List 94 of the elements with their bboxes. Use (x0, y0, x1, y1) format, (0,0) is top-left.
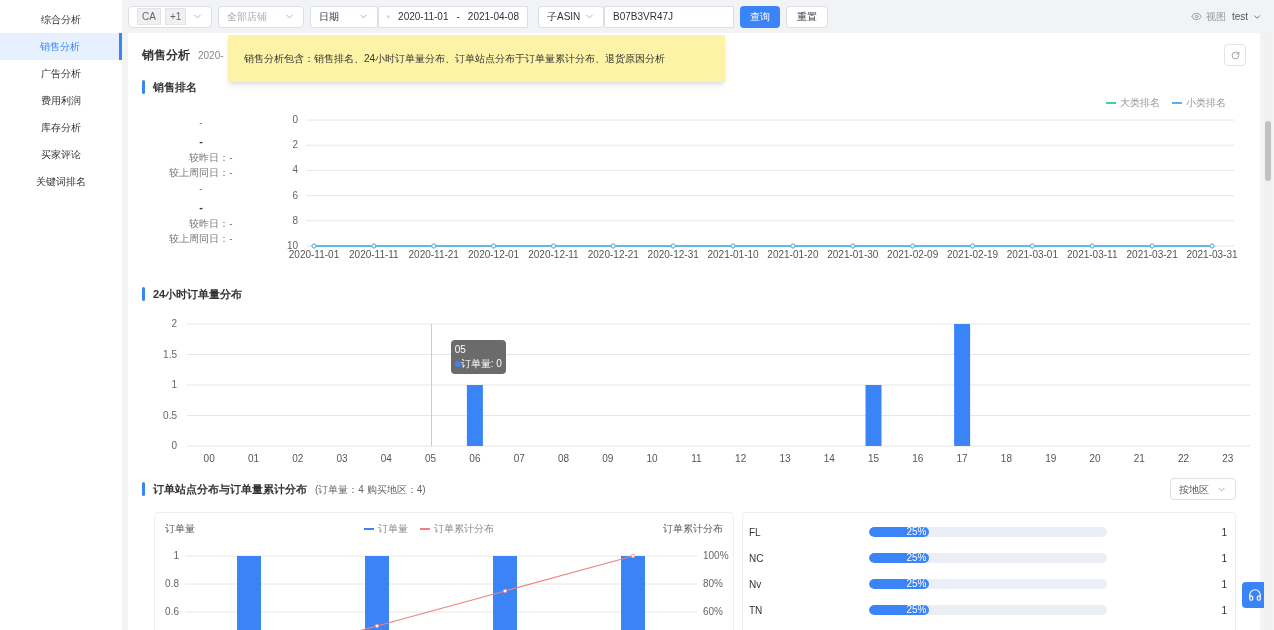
axis-label: 12 (735, 453, 747, 464)
page-subtitle: 2020- (198, 48, 224, 63)
axis-label: 2 (292, 139, 298, 151)
progress-label: 25% (906, 579, 927, 589)
axis-label: 1.5 (163, 348, 177, 360)
section-title: 订单站点分布与订单量累计分布 (153, 481, 307, 497)
axis-label: 03 (336, 453, 348, 464)
axis-label: 2020-12-21 (587, 249, 639, 260)
axis-label: 4 (292, 164, 298, 176)
axis-label: 2020-12-11 (528, 249, 579, 260)
axis-label: 2021-01-30 (827, 249, 879, 260)
axis-label: 8 (292, 214, 298, 226)
axis-label: 17 (956, 453, 968, 464)
axis-label: 2021-01-20 (767, 249, 819, 260)
stat-value: - (199, 182, 203, 196)
axis-label: 2021-03-21 (1126, 249, 1178, 260)
region-name: Nv (749, 577, 763, 592)
axis-label: 22 (1178, 453, 1190, 464)
axis-label: 01 (247, 453, 259, 464)
region-count: 1 (1221, 577, 1227, 592)
axis-label: 2021-02-09 (887, 249, 939, 260)
section-title: 销售排名 (153, 79, 197, 95)
axis-label: 20 (1089, 453, 1101, 464)
axis-label: 1 (173, 550, 179, 561)
tooltip-title: 05 (454, 343, 467, 357)
legend-label: 订单累计分布 (434, 522, 494, 536)
section-title: 24小时订单量分布 (153, 286, 243, 302)
axis-label: 80% (703, 578, 723, 589)
axis-label: 13 (779, 453, 791, 464)
legend-label: 大类排名 (1120, 96, 1160, 110)
axis-label: 2021-02-19 (946, 249, 999, 260)
axis-label: 2021-03-31 (1186, 249, 1238, 260)
axis-label: 2020-12-31 (647, 249, 699, 260)
axis-label: 08 (557, 453, 570, 464)
axis-label: 19 (1045, 453, 1057, 464)
stat-rank: - (199, 200, 203, 215)
legend-label: 订单量 (378, 522, 408, 536)
axis-label: 05 (425, 453, 437, 464)
axis-label: 11 (691, 453, 702, 464)
axis-label: 16 (912, 453, 924, 464)
axis-title: 订单累计分布 (663, 522, 723, 536)
axis-label: 18 (1000, 453, 1012, 464)
axis-label: 02 (292, 453, 304, 464)
axis-label: 21 (1133, 453, 1145, 464)
tag: CA (137, 8, 161, 25)
axis-label: 2020-11-11 (349, 249, 399, 260)
stat-change: 较上周同日：- (169, 232, 233, 246)
legend-label: 小类排名 (1186, 96, 1226, 110)
region-count: 1 (1221, 525, 1227, 540)
axis-label: 06 (469, 453, 481, 464)
axis-label: 07 (513, 453, 525, 464)
progress-label: 25% (906, 553, 927, 563)
axis-label: 04 (380, 453, 392, 464)
tooltip-text: 订单量: 0 (460, 357, 502, 371)
region-name: NC (749, 551, 765, 566)
info-popover: 销售分析包含：销售排名、24小时订单量分布、订单站点分布于订单量累计分布、退货原因分析 (228, 35, 725, 82)
axis-label: 2020-12-01 (468, 249, 520, 260)
axis-label: 15 (867, 453, 880, 464)
region-name: FL (749, 525, 762, 540)
stat-change: 较昨日：- (189, 151, 233, 165)
axis-label: 09 (602, 453, 614, 464)
axis-label: 10 (646, 453, 658, 464)
region-count: 1 (1221, 603, 1227, 618)
axis-label: 2021-03-01 (1006, 249, 1058, 260)
stat-rank: - (199, 134, 203, 149)
axis-label: 60% (703, 606, 723, 617)
progress-label: 25% (906, 527, 927, 537)
axis-label: 0.8 (165, 578, 179, 589)
axis-label: 6 (292, 189, 298, 201)
axis-label: 2020-11-01 (288, 249, 340, 260)
axis-label: 1 (171, 379, 177, 390)
axis-label: 0 (292, 114, 298, 125)
stat-change: 较上周同日：- (169, 166, 233, 180)
axis-label: 0.6 (165, 606, 179, 617)
region-name: TN (749, 603, 764, 618)
axis-label: 0 (171, 440, 177, 451)
summary-text: (订单量：4 购买地区：4) (315, 482, 426, 497)
axis-label: 00 (203, 453, 215, 464)
progress-label: 25% (906, 605, 927, 615)
axis-label: 100% (703, 550, 729, 561)
stat-value: - (199, 116, 203, 130)
axis-label: 2021-01-10 (707, 249, 759, 260)
axis-label: 2021-03-11 (1067, 249, 1118, 260)
stat-change: 较昨日：- (189, 217, 233, 231)
axis-label: 2 (171, 318, 177, 329)
axis-label: 14 (823, 453, 835, 464)
region-count: 1 (1221, 551, 1227, 566)
tag: +1 (164, 8, 187, 25)
page-title: 销售分析 (142, 47, 190, 64)
axis-title: 订单量 (165, 522, 195, 536)
axis-label: 2020-11-21 (408, 249, 459, 260)
axis-label: 23 (1222, 453, 1234, 464)
axis-label: 0.5 (163, 409, 177, 421)
axis-label: 10 (286, 240, 298, 251)
